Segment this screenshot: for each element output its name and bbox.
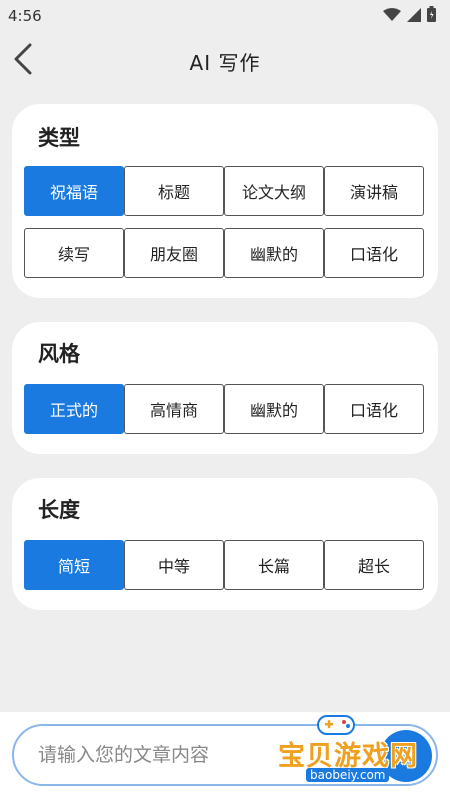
type-section-title: 类型 bbox=[38, 126, 80, 150]
length-option[interactable]: 长篇 bbox=[224, 540, 324, 590]
battery-icon bbox=[427, 6, 436, 26]
type-option[interactable]: 论文大纲 bbox=[224, 166, 324, 216]
back-button[interactable] bbox=[6, 40, 40, 82]
style-option[interactable]: 口语化 bbox=[324, 384, 424, 434]
type-card: 类型 祝福语 标题 论文大纲 演讲稿 续写 朋友圈 幽默的 口语化 bbox=[12, 104, 438, 298]
type-option[interactable]: 续写 bbox=[24, 228, 124, 278]
top-bar: AI 写作 bbox=[0, 32, 450, 90]
type-option[interactable]: 祝福语 bbox=[24, 166, 124, 216]
length-card: 长度 简短 中等 长篇 超长 bbox=[12, 478, 438, 610]
page-title: AI 写作 bbox=[189, 50, 261, 75]
style-section-title: 风格 bbox=[38, 342, 80, 366]
style-option[interactable]: 高情商 bbox=[124, 384, 224, 434]
type-option[interactable]: 演讲稿 bbox=[324, 166, 424, 216]
type-option[interactable]: 口语化 bbox=[324, 228, 424, 278]
length-section-title: 长度 bbox=[38, 498, 80, 522]
chevron-left-icon bbox=[13, 43, 33, 79]
style-options: 正式的 高情商 幽默的 口语化 bbox=[24, 384, 424, 434]
style-option[interactable]: 幽默的 bbox=[224, 384, 324, 434]
status-bar: 4:56 bbox=[0, 0, 450, 32]
wifi-icon bbox=[383, 7, 401, 26]
length-options: 简短 中等 长篇 超长 bbox=[24, 540, 424, 590]
style-option[interactable]: 正式的 bbox=[24, 384, 124, 434]
type-option[interactable]: 幽默的 bbox=[224, 228, 324, 278]
status-time: 4:56 bbox=[8, 7, 42, 25]
signal-icon bbox=[407, 7, 421, 26]
gamepad-icon bbox=[317, 715, 355, 735]
type-option[interactable]: 标题 bbox=[124, 166, 224, 216]
type-option[interactable]: 朋友圈 bbox=[124, 228, 224, 278]
length-option[interactable]: 中等 bbox=[124, 540, 224, 590]
article-input[interactable] bbox=[38, 744, 288, 766]
type-options: 祝福语 标题 论文大纲 演讲稿 续写 朋友圈 幽默的 口语化 bbox=[24, 166, 424, 278]
style-card: 风格 正式的 高情商 幽默的 口语化 bbox=[12, 322, 438, 454]
status-icons bbox=[383, 6, 436, 26]
watermark-url: baobeiy.com bbox=[306, 768, 390, 782]
watermark-logo: 宝贝游戏网 baobeiy.com bbox=[276, 712, 442, 786]
length-option[interactable]: 超长 bbox=[324, 540, 424, 590]
length-option[interactable]: 简短 bbox=[24, 540, 124, 590]
